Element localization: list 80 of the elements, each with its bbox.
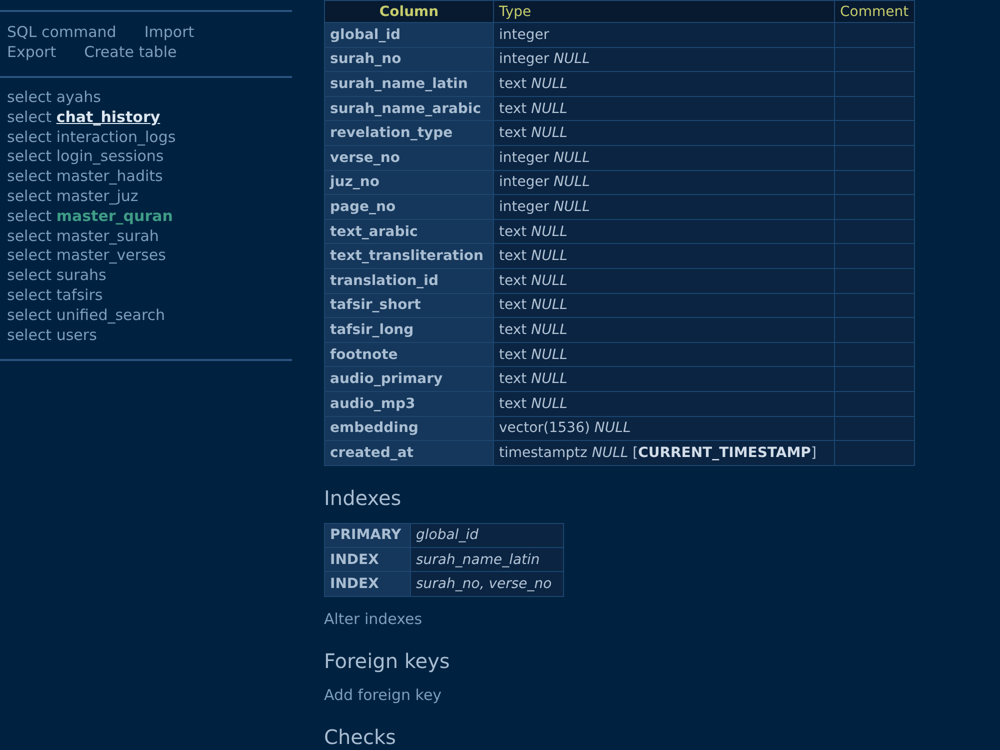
field-type-cell: text NULL xyxy=(494,72,834,96)
table-link[interactable]: login_sessions xyxy=(56,147,164,166)
index-columns-cell: global_id xyxy=(410,523,564,548)
field-name-cell: text_transliteration xyxy=(324,244,494,268)
column-header: Comment xyxy=(834,0,914,22)
field-name-cell: footnote xyxy=(324,342,494,367)
field-name-cell: tafsir_long xyxy=(324,318,494,342)
field-name-cell: embedding xyxy=(324,416,494,441)
field-type-cell: text NULL xyxy=(494,96,834,121)
table-link[interactable]: users xyxy=(56,326,97,344)
select-link[interactable]: select xyxy=(7,246,52,264)
field-name-cell: global_id xyxy=(324,22,494,48)
nav-link[interactable]: Create table xyxy=(84,42,177,62)
column-header: Column xyxy=(324,0,494,22)
section-link[interactable]: Alter indexes xyxy=(324,608,422,629)
field-name-cell: page_no xyxy=(324,194,494,220)
field-name-cell: text_arabic xyxy=(324,219,494,244)
field-name-cell: surah_no xyxy=(324,47,494,72)
table-link[interactable]: master_verses xyxy=(56,246,166,264)
section-link[interactable]: Add foreign key xyxy=(324,684,442,705)
field-type-cell: integer NULL xyxy=(494,47,834,72)
table-link[interactable]: master_quran xyxy=(56,206,173,225)
section-heading: Checks xyxy=(324,724,397,749)
field-type-cell: integer NULL xyxy=(494,194,834,220)
index-columns-cell: surah_name_latin xyxy=(410,548,564,572)
field-type-cell: text NULL xyxy=(494,244,834,268)
select-link[interactable]: select xyxy=(7,286,52,304)
table-link[interactable]: ayahs xyxy=(56,88,101,106)
section-heading: Indexes xyxy=(324,486,402,510)
field-name-cell: surah_name_latin xyxy=(324,72,494,96)
field-type-cell: text NULL xyxy=(494,293,834,318)
field-type-cell: text NULL xyxy=(494,366,834,392)
select-link[interactable]: select xyxy=(7,128,52,146)
index-type-cell: INDEX xyxy=(324,572,410,596)
table-link[interactable]: unified_search xyxy=(56,306,166,324)
field-name-cell: tafsir_short xyxy=(324,293,494,318)
section-heading: Foreign keys xyxy=(324,648,451,673)
select-link[interactable]: select xyxy=(7,266,52,284)
index-type-cell: INDEX xyxy=(324,548,410,572)
select-link[interactable]: select xyxy=(7,226,52,245)
field-type-cell: text NULL xyxy=(494,342,834,367)
field-type-cell: text NULL xyxy=(494,268,834,294)
field-type-cell: text NULL xyxy=(494,318,834,342)
index-type-cell: PRIMARY xyxy=(324,523,410,548)
table-link[interactable]: interaction_logs xyxy=(56,128,176,146)
select-link[interactable]: select xyxy=(7,88,52,106)
nav-link[interactable]: Import xyxy=(144,22,194,42)
field-name-cell: translation_id xyxy=(324,268,494,294)
field-type-cell: timestamptz NULL [CURRENT_TIMESTAMP] xyxy=(494,440,834,466)
field-name-cell: juz_no xyxy=(324,170,494,195)
field-type-cell: text NULL xyxy=(494,219,834,244)
select-link[interactable]: select xyxy=(7,186,52,205)
nav-link[interactable]: SQL command xyxy=(7,22,116,42)
select-link[interactable]: select xyxy=(7,167,52,186)
select-link[interactable]: select xyxy=(7,147,52,166)
field-name-cell: created_at xyxy=(324,440,494,466)
select-link[interactable]: select xyxy=(7,326,52,344)
field-type-cell: text NULL xyxy=(494,391,834,416)
index-columns-cell: surah_no, verse_no xyxy=(410,572,564,596)
field-type-cell: integer xyxy=(494,22,834,48)
table-link[interactable]: tafsirs xyxy=(56,286,103,304)
select-link[interactable]: select xyxy=(7,306,52,324)
field-type-cell: integer NULL xyxy=(494,170,834,195)
field-type-cell: text NULL xyxy=(494,120,834,146)
field-type-cell: vector(1536) NULL xyxy=(494,416,834,441)
table-link[interactable]: chat_history xyxy=(56,108,160,126)
field-name-cell: verse_no xyxy=(324,145,494,170)
field-type-cell: integer NULL xyxy=(494,145,834,170)
table-link[interactable]: master_surah xyxy=(56,226,159,245)
table-link[interactable]: master_hadits xyxy=(56,167,163,186)
field-name-cell: audio_mp3 xyxy=(324,391,494,416)
column-header: Type xyxy=(494,0,834,22)
field-name-cell: revelation_type xyxy=(324,120,494,146)
field-name-cell: surah_name_arabic xyxy=(324,96,494,121)
select-link[interactable]: select xyxy=(7,108,52,126)
table-link[interactable]: master_juz xyxy=(56,186,138,205)
field-name-cell: audio_primary xyxy=(324,366,494,392)
nav-link[interactable]: Export xyxy=(7,42,56,62)
select-link[interactable]: select xyxy=(7,206,52,225)
table-link[interactable]: surahs xyxy=(56,266,106,284)
